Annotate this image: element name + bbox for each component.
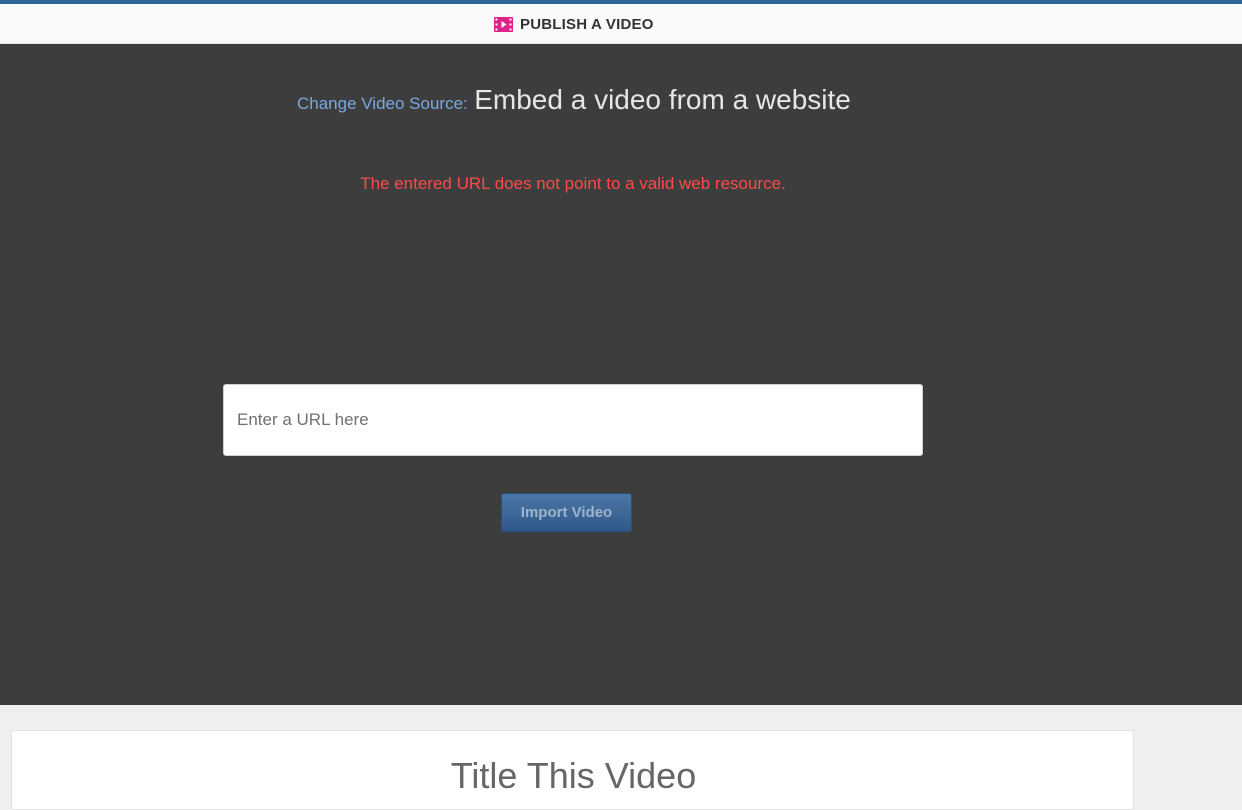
video-source-line: Change Video Source: Embed a video from … bbox=[297, 84, 851, 116]
video-source-panel: Change Video Source: Embed a video from … bbox=[0, 44, 1242, 705]
change-video-source-link[interactable]: Change Video Source: bbox=[297, 94, 468, 113]
title-section-card: Title This Video bbox=[11, 730, 1134, 810]
url-input[interactable] bbox=[223, 384, 923, 456]
title-section-heading: Title This Video bbox=[450, 755, 697, 796]
page-header: PUBLISH A VIDEO bbox=[0, 4, 1242, 44]
header-title: PUBLISH A VIDEO bbox=[494, 4, 654, 44]
import-video-button[interactable]: Import Video bbox=[501, 493, 632, 532]
header-text: PUBLISH A VIDEO bbox=[520, 15, 654, 33]
error-message: The entered URL does not point to a vali… bbox=[360, 174, 786, 193]
film-icon bbox=[494, 16, 513, 32]
video-source-title: Embed a video from a website bbox=[474, 84, 851, 115]
